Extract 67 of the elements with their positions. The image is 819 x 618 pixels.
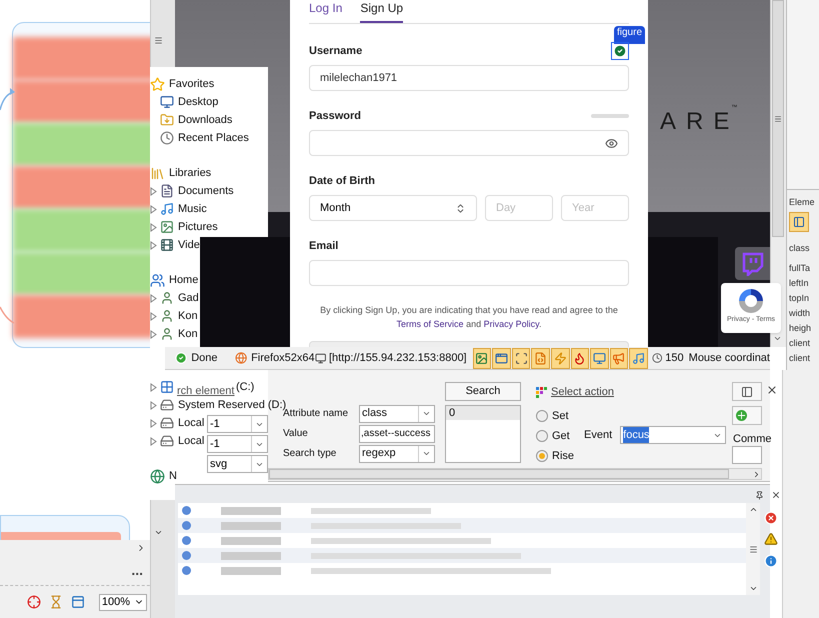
property-name: topIn — [789, 292, 810, 305]
field-label: Date of Birth — [309, 174, 375, 189]
attribute-select[interactable]: class — [359, 404, 435, 422]
status-text: Done — [191, 350, 219, 366]
month-select[interactable]: Month — [309, 195, 477, 221]
attribute-label: Search type — [283, 447, 338, 461]
value-field[interactable]: ,asset--success — [359, 424, 435, 442]
nav-group-label[interactable]: Libraries — [169, 164, 212, 182]
select-action-link[interactable]: Select action — [551, 384, 614, 400]
results-list[interactable]: 0 — [445, 405, 521, 463]
year-field[interactable]: Year — [561, 195, 629, 221]
terms-text: By clicking Sign Up, you are indicating that you have read and agree to the Terms of Service and Privacy Policy. — [319, 304, 619, 331]
column-header: class — [789, 242, 811, 254]
nav-item[interactable]: Music — [178, 200, 207, 218]
timer-text: 150 — [665, 350, 684, 366]
nav-group-label[interactable]: Home — [169, 272, 198, 288]
search-button[interactable]: Search — [445, 382, 521, 401]
day-field[interactable]: Day — [485, 195, 553, 221]
zoom-select[interactable]: 100% — [98, 594, 147, 610]
comment-label: Comme — [733, 432, 772, 447]
attribute-label: Value — [283, 427, 309, 441]
nav-item[interactable]: Kon — [178, 308, 198, 324]
address-text: [http://155.94.232.153:8800] — [329, 350, 467, 366]
text-field[interactable]: milelechan1971 — [309, 65, 629, 91]
attribute-select[interactable]: regexp — [359, 444, 435, 462]
nav-item[interactable]: Pictures — [178, 218, 218, 236]
property-name: heigh — [789, 322, 812, 335]
browser-name: Firefox52x64 — [251, 350, 315, 366]
nav-item[interactable]: Kon — [178, 326, 198, 342]
nav-item[interactable]: Downloads — [178, 112, 232, 128]
nav-item[interactable]: Gad — [178, 290, 199, 306]
property-name: client — [789, 337, 812, 350]
more-button[interactable]: ... — [131, 563, 143, 577]
nav-item[interactable]: Local — [178, 414, 204, 432]
field-label: Username — [309, 44, 362, 59]
element-tag: figure — [614, 26, 645, 44]
filter-select[interactable]: -1 — [207, 415, 268, 433]
tab[interactable]: Log In — [309, 0, 342, 23]
event-label: Event — [584, 428, 612, 443]
search-element-link[interactable]: rch element — [177, 383, 234, 400]
property-name: leftIn — [789, 277, 810, 290]
tab[interactable]: Sign Up — [360, 0, 404, 23]
nav-item[interactable]: (C:) — [236, 378, 254, 396]
nav-item[interactable]: Vide — [178, 236, 200, 254]
mouse-coordinates-text: Mouse coordinat — [688, 350, 770, 366]
filter-select[interactable]: -1 — [207, 435, 268, 453]
field-label: Email — [309, 238, 338, 254]
panel-title: Eleme — [789, 196, 816, 209]
nav-item[interactable]: Recent Places — [178, 130, 249, 146]
property-name: width — [789, 307, 812, 320]
property-name: fullTa — [789, 262, 812, 275]
nav-group-label[interactable]: Favorites — [169, 76, 214, 92]
nav-item[interactable]: Desktop — [178, 94, 218, 110]
radio-label: Rise — [552, 448, 574, 464]
field-label: Password — [309, 108, 361, 124]
privacy-link[interactable]: Privacy Policy — [484, 319, 539, 329]
filter-select[interactable]: svg — [207, 455, 268, 473]
attribute-label: Attribute name — [283, 408, 350, 421]
radio-label: Get — [552, 428, 570, 444]
property-name: client — [789, 352, 812, 365]
nav-group-label[interactable]: N — [169, 468, 177, 484]
result-item[interactable]: 0 — [446, 406, 520, 420]
terms-link[interactable]: Terms of Service — [396, 319, 464, 329]
event-select[interactable]: focus — [620, 426, 726, 444]
nav-item[interactable]: Documents — [178, 182, 234, 200]
radio-label: Set — [552, 408, 569, 424]
nav-item[interactable]: Local — [178, 432, 204, 450]
